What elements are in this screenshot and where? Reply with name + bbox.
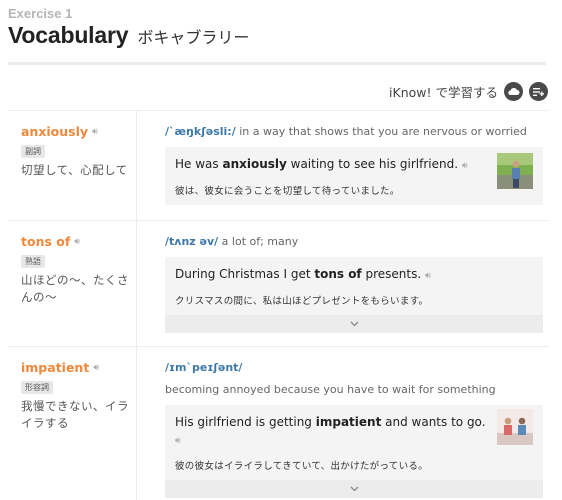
vocab-word: tons of 🔊︎: [21, 234, 136, 249]
page-title: Vocabulary: [8, 22, 129, 48]
vocab-detail-cell: /tʌnz əv/ a lot of; many During Christma…: [165, 234, 543, 333]
phonetic: /ɪmˋpeɪʃənt/: [165, 361, 243, 374]
speaker-icon[interactable]: 🔊︎: [93, 363, 99, 373]
vocab-term-cell: anxiously 🔊︎ 副詞 切望して、心配して: [21, 124, 136, 179]
vocab-term-cell: tons of 🔊︎ 熟語 山ほどの～、たくさんの～: [21, 234, 136, 306]
vocabulary-table: anxiously 🔊︎ 副詞 切望して、心配して /ˋæŋkʃəsli:/ i…: [8, 110, 549, 500]
vocab-word: anxiously 🔊︎: [21, 124, 136, 139]
vocab-row: anxiously 🔊︎ 副詞 切望して、心配して /ˋæŋkʃəsli:/ i…: [8, 111, 549, 221]
definition-line: /ˋæŋkʃəsli:/ in a way that shows that yo…: [165, 124, 543, 139]
example-photo-thumbnail[interactable]: [497, 409, 533, 445]
example-box: During Christmas I get tons of presents.…: [165, 257, 543, 315]
column-divider: [136, 110, 137, 500]
expand-toggle[interactable]: [165, 480, 543, 498]
vocab-detail-cell: /ɪmˋpeɪʃənt/ becoming annoyed because yo…: [165, 360, 543, 498]
definition: a lot of; many: [221, 235, 299, 248]
example-translation: クリスマスの間に、私は山ほどプレゼントをもらいます。: [175, 296, 429, 307]
title-divider: [8, 62, 546, 65]
phonetic: /tʌnz əv/: [165, 235, 219, 248]
definition: becoming annoyed because you have to wai…: [165, 383, 496, 396]
example-translation: 彼は、彼女に会うことを切望して待っていました。: [175, 186, 400, 197]
word-text: anxiously: [21, 124, 89, 139]
part-of-speech-badge: 熟語: [21, 255, 45, 268]
example-box: His girlfriend is getting impatient and …: [165, 405, 543, 480]
expand-toggle[interactable]: [165, 315, 543, 333]
word-text: impatient: [21, 360, 90, 375]
example-translation: 彼の彼女はイライラしてきていて、出かけたがっている。: [175, 461, 428, 472]
part-of-speech-badge: 副詞: [21, 145, 45, 158]
iknow-bar: iKnow! で学習する: [389, 82, 548, 101]
speaker-icon[interactable]: 🔊︎: [462, 161, 468, 171]
japanese-gloss: 我慢できない、イライラする: [21, 399, 129, 430]
word-text: tons of: [21, 234, 71, 249]
exercise-label: Exercise 1: [8, 6, 73, 21]
japanese-gloss: 切望して、心配して: [21, 163, 128, 177]
definition-line: /tʌnz əv/ a lot of; many: [165, 234, 543, 249]
japanese-gloss: 山ほどの～、たくさんの～: [21, 273, 129, 304]
example-photo-thumbnail[interactable]: [497, 153, 533, 189]
iknow-study-link[interactable]: iKnow! で学習する: [389, 82, 498, 101]
vocab-detail-cell: /ˋæŋkʃəsli:/ in a way that shows that yo…: [165, 124, 543, 205]
chevron-down-icon: [350, 321, 358, 327]
example-sentence: During Christmas I get tons of presents.…: [175, 267, 431, 281]
vocab-word: impatient 🔊︎: [21, 360, 136, 375]
page-title-row: Vocabulary ボキャブラリー: [8, 22, 249, 49]
example-sentence: His girlfriend is getting impatient and …: [175, 415, 486, 446]
example-sentence: He was anxiously waiting to see his girl…: [175, 157, 468, 171]
definition: in a way that shows that you are nervous…: [239, 125, 527, 138]
cloud-icon[interactable]: [504, 82, 523, 101]
vocab-term-cell: impatient 🔊︎ 形容詞 我慢できない、イライラする: [21, 360, 136, 432]
definition-line: /ɪmˋpeɪʃənt/: [165, 360, 543, 375]
speaker-icon[interactable]: 🔊︎: [74, 237, 80, 247]
phonetic: /ˋæŋkʃəsli:/: [165, 125, 236, 138]
page-title-ja: ボキャブラリー: [137, 28, 250, 47]
add-list-icon[interactable]: [529, 82, 548, 101]
example-box: He was anxiously waiting to see his girl…: [165, 147, 543, 205]
vocab-row: impatient 🔊︎ 形容詞 我慢できない、イライラする /ɪmˋpeɪʃə…: [8, 347, 549, 500]
speaker-icon[interactable]: 🔊︎: [425, 271, 431, 281]
chevron-down-icon: [350, 486, 358, 492]
part-of-speech-badge: 形容詞: [21, 381, 53, 394]
vocab-row: tons of 🔊︎ 熟語 山ほどの～、たくさんの～ /tʌnz əv/ a l…: [8, 221, 549, 347]
speaker-icon[interactable]: 🔊︎: [175, 436, 181, 446]
speaker-icon[interactable]: 🔊︎: [92, 127, 98, 137]
